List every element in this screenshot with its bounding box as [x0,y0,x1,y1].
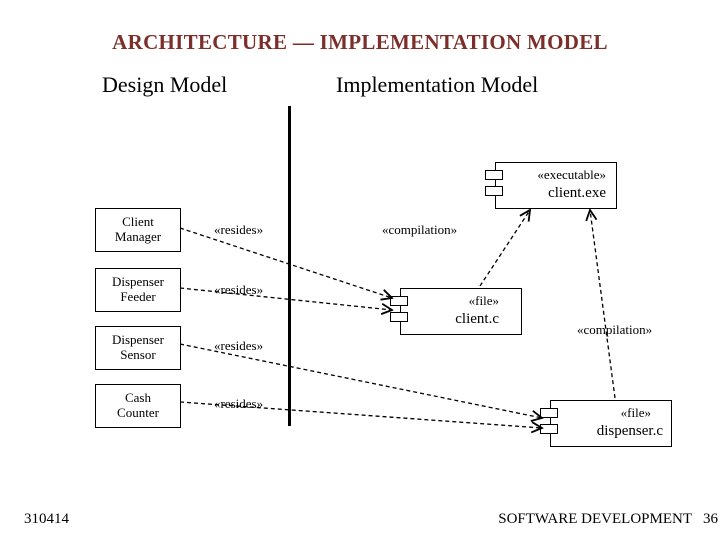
stereotype-executable: «executable» [537,167,606,183]
component-client-exe: «executable» client.exe [495,162,617,209]
page-number: 36 [703,511,718,528]
component-dispenser-c-label: dispenser.c [597,423,663,440]
implementation-model-heading: Implementation Model [336,72,538,98]
footer-right: SOFTWARE DEVELOPMENT [498,511,692,528]
component-dispenser-c: «file» dispenser.c [550,400,672,447]
class-client-manager: Client Manager [95,208,181,252]
component-client-c: «file» client.c [400,288,522,335]
component-tab-icon [390,296,408,306]
component-tab-icon [485,170,503,180]
label-compilation-2: «compilation» [575,322,654,338]
component-tab-icon [540,424,558,434]
component-client-c-label: client.c [455,311,499,328]
stereotype-file: «file» [621,405,651,421]
component-client-exe-label: client.exe [548,185,606,202]
label-compilation-1: «compilation» [380,222,459,238]
label-resides-2: «resides» [212,282,265,298]
page-title: ARCHITECTURE — IMPLEMENTATION MODEL [0,30,720,55]
class-dispenser-feeder: Dispenser Feeder [95,268,181,312]
label-resides-1: «resides» [212,222,265,238]
label-resides-4: «resides» [212,396,265,412]
stereotype-file: «file» [469,293,499,309]
component-tab-icon [540,408,558,418]
footer-left: 310414 [24,511,69,528]
component-tab-icon [390,312,408,322]
vertical-divider [288,106,291,426]
class-dispenser-sensor: Dispenser Sensor [95,326,181,370]
design-model-heading: Design Model [102,72,227,98]
component-tab-icon [485,186,503,196]
label-resides-3: «resides» [212,338,265,354]
class-cash-counter: Cash Counter [95,384,181,428]
